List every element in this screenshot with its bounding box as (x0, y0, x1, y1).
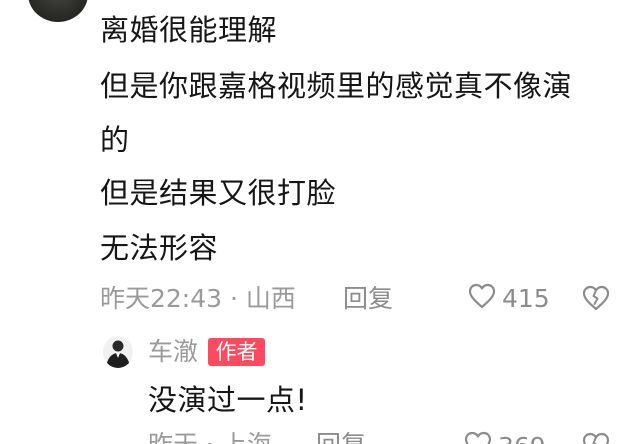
comment-meta-row: 昨天22:43 · 山西 回复 415 (100, 282, 620, 316)
comment-text-line: 但是结果又很打脸 (100, 176, 337, 210)
broken-heart-icon[interactable] (582, 285, 610, 317)
author-avatar[interactable] (103, 336, 133, 368)
comment-text-line: 的 (100, 123, 130, 157)
heart-outline-icon (464, 431, 492, 444)
author-badge: 作者 (208, 338, 265, 366)
like-count: 415 (502, 284, 550, 313)
reply-button[interactable]: 回复 (343, 282, 393, 316)
reply-text: 没演过一点! (148, 383, 308, 417)
comment-text-line: 无法形容 (100, 231, 219, 265)
comment-thread: 离婚很能理解 但是你跟嘉格视频里的感觉真不像演 的 但是结果又很打脸 无法形容 … (0, 0, 640, 444)
broken-heart-icon[interactable] (582, 432, 610, 444)
reply-time-location: 昨天 · 上海 (148, 428, 272, 444)
commenter-avatar[interactable] (28, 0, 88, 22)
like-button[interactable]: 415 (468, 283, 550, 315)
reply-like-count: 369 (498, 432, 546, 444)
comment-time-location: 昨天22:43 · 山西 (100, 284, 296, 313)
reply-meta-row: 昨天 · 上海 回复 369 (148, 428, 620, 444)
reply-author-name[interactable]: 车澈 (148, 335, 198, 369)
comment-text-line: 但是你跟嘉格视频里的感觉真不像演 (100, 69, 573, 103)
heart-outline-icon (468, 283, 496, 315)
reply-like-button[interactable]: 369 (464, 431, 546, 444)
reply-reply-button[interactable]: 回复 (316, 428, 366, 444)
comment-text-line: 离婚很能理解 (100, 13, 278, 47)
